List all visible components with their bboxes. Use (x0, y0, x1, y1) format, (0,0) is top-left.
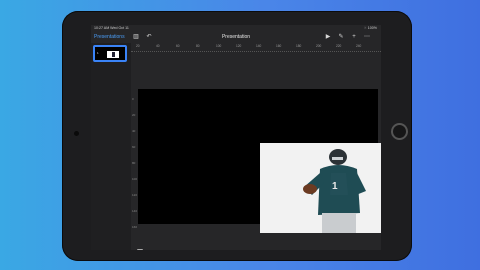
thumbnail-image (107, 51, 119, 58)
football-player-photo[interactable]: 1 (260, 143, 381, 233)
vruler-tick: 60 (132, 145, 136, 149)
status-time: 10:27 AM Wed Oct 11 (94, 25, 129, 30)
slide-navigator: 1 (91, 43, 131, 250)
player-illustration: 1 (260, 143, 381, 233)
add-slide-icon[interactable] (137, 249, 143, 250)
camera-dot (74, 131, 79, 136)
ruler-tick: 20 (136, 44, 140, 48)
ruler-tick: 220 (336, 44, 342, 48)
ruler-baseline (131, 51, 381, 52)
ipad-device: 10:27 AM Wed Oct 11 ⁙ 100% Presentations… (62, 11, 412, 261)
vruler-tick: 100 (132, 177, 138, 181)
paintbrush-icon[interactable]: ✎ (337, 33, 345, 41)
ruler-tick: 100 (216, 44, 222, 48)
ruler-tick: 180 (296, 44, 302, 48)
horizontal-ruler: 20 40 60 80 100 120 140 160 180 200 220 … (131, 43, 381, 52)
ruler-tick: 120 (236, 44, 242, 48)
ruler-tick: 160 (276, 44, 282, 48)
vruler-tick: 140 (132, 209, 138, 213)
ruler-tick: 240 (356, 44, 362, 48)
slide-canvas[interactable]: 1 (138, 89, 381, 233)
slide-number: 1 (97, 51, 99, 55)
svg-text:1: 1 (332, 181, 338, 192)
home-button[interactable] (391, 123, 408, 140)
ruler-tick: 200 (316, 44, 322, 48)
play-icon[interactable]: ▶ (324, 33, 332, 41)
plus-icon[interactable]: + (350, 33, 358, 41)
ruler-tick: 140 (256, 44, 262, 48)
vruler-tick: 160 (132, 225, 138, 229)
vruler-tick: 20 (132, 113, 136, 117)
vruler-tick: 40 (132, 129, 136, 133)
vruler-tick: 80 (132, 161, 136, 165)
slide-thumbnail[interactable]: 1 (93, 45, 127, 62)
ruler-tick: 40 (156, 44, 160, 48)
more-icon[interactable]: ⋯ (363, 33, 371, 41)
vruler-tick: 0 (132, 97, 134, 101)
ruler-tick: 80 (196, 44, 200, 48)
status-battery: ⁙ 100% (363, 25, 377, 30)
toolbar: Presentations ▥ ↶ Presentation ▶ ✎ + ⋯ (91, 31, 381, 43)
keynote-screen: 10:27 AM Wed Oct 11 ⁙ 100% Presentations… (91, 25, 381, 250)
vruler-tick: 120 (132, 193, 138, 197)
ruler-tick: 60 (176, 44, 180, 48)
